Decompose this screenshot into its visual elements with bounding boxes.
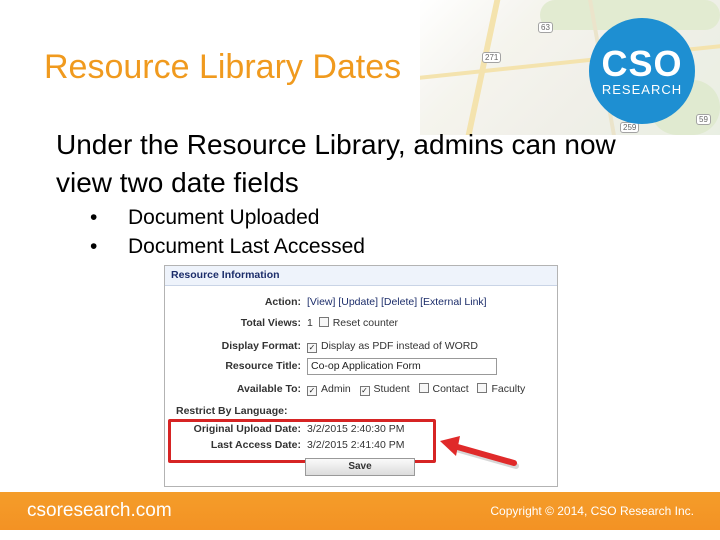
faculty-checkbox[interactable] [477, 383, 488, 393]
footer-bar: csoresearch.com Copyright © 2014, CSO Re… [0, 492, 720, 530]
slide-title: Resource Library Dates [44, 48, 402, 86]
resource-title-field: Co-op Application Form [307, 358, 497, 375]
contact-checkbox[interactable] [418, 383, 429, 393]
total-views-label: Total Views: [240, 317, 301, 329]
admin-label: Admin [321, 383, 351, 395]
footer-site: csoresearch.com [27, 500, 172, 521]
view-link[interactable]: [View] [307, 296, 335, 308]
delete-link[interactable]: [Delete] [381, 296, 417, 308]
display-format-field: ✓ Display as PDF instead of WORD [307, 340, 478, 353]
action-row: Action: [View] [Update] [Delete] [Extern… [165, 296, 557, 314]
admin-checkbox[interactable]: ✓ [307, 386, 317, 396]
action-links: [View] [Update] [Delete] [External Link] [307, 296, 487, 308]
external-link[interactable]: [External Link] [420, 296, 487, 308]
red-arrow-icon [440, 436, 519, 469]
intro-text: Under the Resource Library, admins can n… [56, 129, 616, 198]
logo-text: CSO [601, 42, 683, 84]
bullet-item: Document Last Accessed [90, 232, 365, 261]
contact-label: Contact [432, 383, 469, 395]
resource-title-input[interactable]: Co-op Application Form [307, 358, 497, 375]
action-label: Action: [264, 296, 301, 308]
restrict-language-label: Restrict By Language: [176, 405, 288, 417]
available-to-options: ✓ Admin ✓ Student Contact Faculty [307, 383, 525, 396]
save-button[interactable]: Save [305, 458, 415, 476]
map-road-shield: 63 [538, 22, 553, 33]
faculty-label: Faculty [491, 383, 526, 395]
bullet-item: Document Uploaded [90, 203, 365, 232]
available-to-row: Available To: ✓ Admin ✓ Student Contact Fa… [165, 383, 557, 401]
update-link[interactable]: [Update] [338, 296, 378, 308]
map-road-shield: 271 [482, 52, 502, 63]
reset-counter-label: Reset counter [332, 317, 399, 329]
footer-copyright: Copyright © 2014, CSO Research Inc. [490, 504, 694, 518]
available-to-label: Available To: [236, 383, 301, 395]
map-road-shield: 59 [696, 114, 711, 125]
student-checkbox[interactable]: ✓ [359, 386, 370, 396]
logo-subtext: RESEARCH [601, 81, 683, 97]
total-views-value: 1 [307, 317, 313, 329]
panel-header: Resource Information [165, 266, 557, 286]
resource-title-row: Resource Title: Co-op Application Form [165, 358, 557, 378]
reset-counter-checkbox[interactable] [318, 317, 329, 327]
total-views-field: 1 Reset counter [307, 317, 398, 329]
display-format-label: Display Format: [221, 340, 301, 352]
display-as-pdf-checkbox[interactable]: ✓ [307, 343, 317, 353]
display-as-pdf-label: Display as PDF instead of WORD [321, 340, 478, 352]
student-label: Student [373, 383, 410, 395]
date-fields-highlight [168, 419, 436, 463]
total-views-row: Total Views: 1 Reset counter [165, 317, 557, 335]
display-format-row: Display Format: ✓ Display as PDF instead … [165, 340, 557, 358]
resource-title-label: Resource Title: [225, 360, 301, 372]
cso-research-logo: CSO RESEARCH [589, 18, 695, 124]
bullet-list: Document Uploaded Document Last Accessed [90, 203, 365, 261]
